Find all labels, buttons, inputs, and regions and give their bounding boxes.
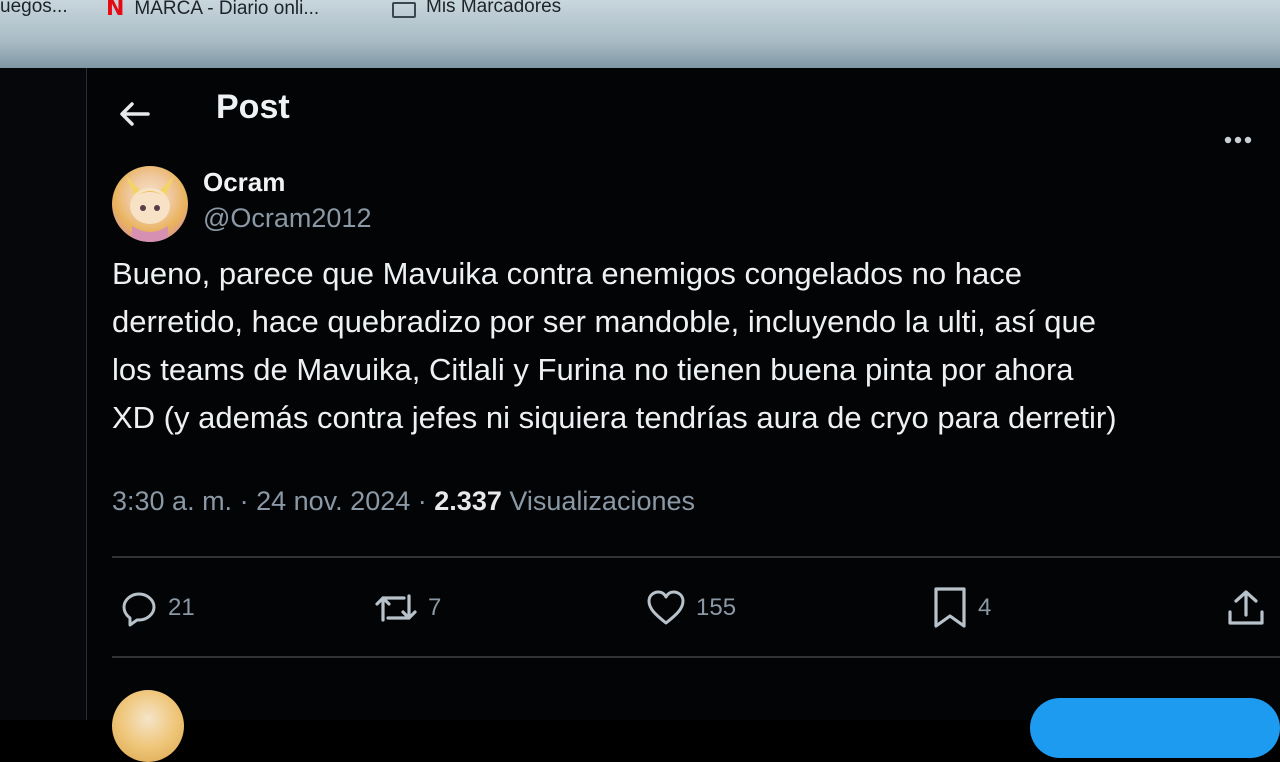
bookmark-marca[interactable]: N MARCA - Diario onli... bbox=[106, 0, 319, 21]
tweet-text-line: derretido, hace quebradizo por ser mando… bbox=[112, 304, 1097, 339]
bookmark-button[interactable]: 4 bbox=[932, 586, 991, 630]
heart-icon bbox=[647, 590, 685, 625]
views-label: Visualizaciones bbox=[509, 486, 695, 516]
meta-separator: · bbox=[417, 486, 427, 516]
tweet-meta: 3:30 a. m. · 24 nov. 2024 · 2.337 Visual… bbox=[112, 486, 695, 517]
meta-separator: · bbox=[239, 486, 249, 516]
avatar[interactable] bbox=[112, 166, 188, 242]
tweet-date[interactable]: 24 nov. 2024 bbox=[256, 486, 410, 516]
views-count: 2.337 bbox=[434, 486, 502, 516]
left-nav-column bbox=[0, 68, 87, 720]
like-count: 155 bbox=[696, 594, 737, 621]
tweet-time[interactable]: 3:30 a. m. bbox=[112, 486, 232, 516]
bookmark-label: MARCA - Diario onli... bbox=[134, 0, 320, 19]
bookmark-label: uegos... bbox=[0, 0, 68, 17]
arrow-left-icon bbox=[120, 102, 150, 126]
more-options-icon[interactable] bbox=[1218, 128, 1258, 152]
bookmark-icon bbox=[934, 587, 966, 628]
page-title: Post bbox=[216, 88, 290, 126]
repost-icon bbox=[375, 594, 417, 622]
like-button[interactable]: 155 bbox=[646, 586, 736, 630]
repost-button[interactable]: 7 bbox=[374, 586, 441, 630]
bookmark-mis-marcadores[interactable]: Mis Marcadores bbox=[392, 0, 561, 18]
reply-button[interactable]: 21 bbox=[120, 586, 195, 630]
tweet-text: Bueno, parece que Mavuika contra enemigo… bbox=[112, 250, 1272, 442]
divider bbox=[112, 656, 1280, 658]
bookmark-label: Mis Marcadores bbox=[426, 0, 562, 17]
share-button[interactable] bbox=[1226, 586, 1266, 630]
netflix-icon: N bbox=[106, 0, 125, 21]
reply-submit-button[interactable] bbox=[1030, 698, 1280, 758]
tweet-text-line: Bueno, parece que Mavuika contra enemigo… bbox=[112, 256, 1022, 291]
composer-avatar[interactable] bbox=[112, 690, 184, 762]
folder-icon bbox=[392, 2, 416, 18]
bookmark-count: 4 bbox=[978, 594, 992, 621]
bookmarks-bar: uegos... N MARCA - Diario onli... Mis Ma… bbox=[0, 0, 1280, 68]
avatar-image-icon bbox=[126, 176, 174, 242]
reply-icon bbox=[122, 592, 156, 627]
share-icon bbox=[1228, 590, 1264, 625]
reply-composer-input[interactable] bbox=[206, 704, 566, 724]
repost-count: 7 bbox=[428, 594, 442, 621]
reply-count: 21 bbox=[168, 594, 195, 621]
back-button[interactable] bbox=[114, 96, 154, 132]
tweet-text-line: XD (y además contra jefes ni siquiera te… bbox=[112, 400, 1117, 435]
display-name[interactable]: Ocram bbox=[203, 167, 285, 198]
bookmark-juegos[interactable]: uegos... bbox=[0, 0, 68, 18]
divider bbox=[112, 556, 1280, 558]
user-handle[interactable]: @Ocram2012 bbox=[203, 203, 371, 234]
tweet-text-line: los teams de Mavuika, Citlali y Furina n… bbox=[112, 352, 1074, 387]
